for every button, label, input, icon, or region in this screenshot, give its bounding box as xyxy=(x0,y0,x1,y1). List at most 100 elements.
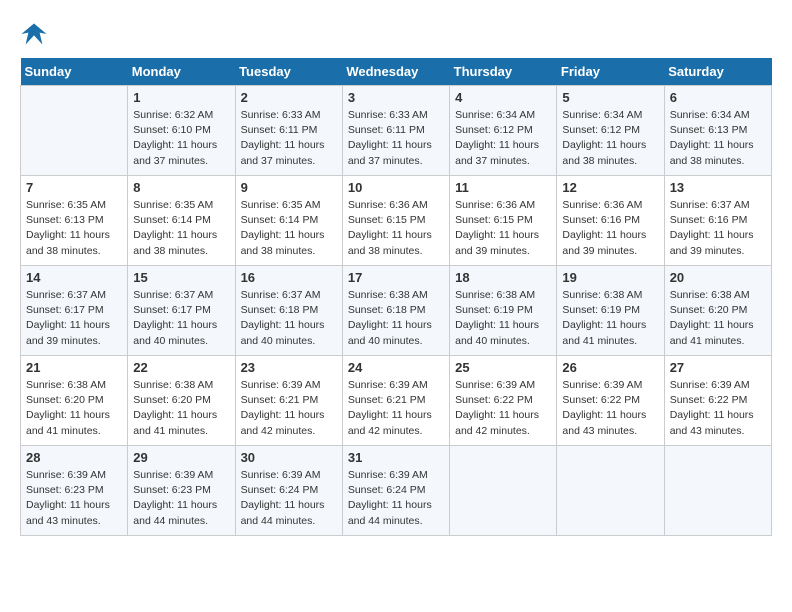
day-number: 23 xyxy=(241,360,337,375)
day-info: Sunrise: 6:38 AMSunset: 6:20 PMDaylight:… xyxy=(133,378,229,439)
weekday-header: Tuesday xyxy=(235,58,342,86)
day-number: 14 xyxy=(26,270,122,285)
calendar-cell: 22 Sunrise: 6:38 AMSunset: 6:20 PMDaylig… xyxy=(128,356,235,446)
calendar-cell: 27 Sunrise: 6:39 AMSunset: 6:22 PMDaylig… xyxy=(664,356,771,446)
day-info: Sunrise: 6:39 AMSunset: 6:22 PMDaylight:… xyxy=(455,378,551,439)
weekday-header: Monday xyxy=(128,58,235,86)
calendar-cell: 9 Sunrise: 6:35 AMSunset: 6:14 PMDayligh… xyxy=(235,176,342,266)
calendar-cell: 5 Sunrise: 6:34 AMSunset: 6:12 PMDayligh… xyxy=(557,86,664,176)
calendar-cell: 2 Sunrise: 6:33 AMSunset: 6:11 PMDayligh… xyxy=(235,86,342,176)
day-info: Sunrise: 6:35 AMSunset: 6:14 PMDaylight:… xyxy=(241,198,337,259)
day-info: Sunrise: 6:38 AMSunset: 6:19 PMDaylight:… xyxy=(562,288,658,349)
day-info: Sunrise: 6:36 AMSunset: 6:15 PMDaylight:… xyxy=(455,198,551,259)
calendar-cell: 16 Sunrise: 6:37 AMSunset: 6:18 PMDaylig… xyxy=(235,266,342,356)
calendar-cell: 23 Sunrise: 6:39 AMSunset: 6:21 PMDaylig… xyxy=(235,356,342,446)
day-number: 12 xyxy=(562,180,658,195)
day-info: Sunrise: 6:39 AMSunset: 6:24 PMDaylight:… xyxy=(241,468,337,529)
calendar-cell xyxy=(557,446,664,536)
day-number: 21 xyxy=(26,360,122,375)
calendar-cell xyxy=(664,446,771,536)
day-info: Sunrise: 6:38 AMSunset: 6:18 PMDaylight:… xyxy=(348,288,444,349)
header xyxy=(20,20,772,48)
day-number: 6 xyxy=(670,90,766,105)
day-number: 4 xyxy=(455,90,551,105)
day-info: Sunrise: 6:34 AMSunset: 6:12 PMDaylight:… xyxy=(562,108,658,169)
day-info: Sunrise: 6:37 AMSunset: 6:18 PMDaylight:… xyxy=(241,288,337,349)
logo-icon xyxy=(20,20,48,48)
day-number: 20 xyxy=(670,270,766,285)
day-number: 3 xyxy=(348,90,444,105)
calendar-cell: 31 Sunrise: 6:39 AMSunset: 6:24 PMDaylig… xyxy=(342,446,449,536)
day-number: 30 xyxy=(241,450,337,465)
calendar-cell: 30 Sunrise: 6:39 AMSunset: 6:24 PMDaylig… xyxy=(235,446,342,536)
calendar-week-row: 7 Sunrise: 6:35 AMSunset: 6:13 PMDayligh… xyxy=(21,176,772,266)
weekday-header: Friday xyxy=(557,58,664,86)
day-info: Sunrise: 6:37 AMSunset: 6:17 PMDaylight:… xyxy=(26,288,122,349)
calendar-cell: 15 Sunrise: 6:37 AMSunset: 6:17 PMDaylig… xyxy=(128,266,235,356)
day-number: 15 xyxy=(133,270,229,285)
day-info: Sunrise: 6:32 AMSunset: 6:10 PMDaylight:… xyxy=(133,108,229,169)
day-info: Sunrise: 6:35 AMSunset: 6:14 PMDaylight:… xyxy=(133,198,229,259)
calendar-cell: 1 Sunrise: 6:32 AMSunset: 6:10 PMDayligh… xyxy=(128,86,235,176)
day-info: Sunrise: 6:36 AMSunset: 6:15 PMDaylight:… xyxy=(348,198,444,259)
day-info: Sunrise: 6:39 AMSunset: 6:22 PMDaylight:… xyxy=(670,378,766,439)
day-info: Sunrise: 6:34 AMSunset: 6:12 PMDaylight:… xyxy=(455,108,551,169)
day-info: Sunrise: 6:33 AMSunset: 6:11 PMDaylight:… xyxy=(241,108,337,169)
day-number: 16 xyxy=(241,270,337,285)
calendar-cell: 26 Sunrise: 6:39 AMSunset: 6:22 PMDaylig… xyxy=(557,356,664,446)
weekday-header: Sunday xyxy=(21,58,128,86)
day-info: Sunrise: 6:38 AMSunset: 6:20 PMDaylight:… xyxy=(670,288,766,349)
calendar-cell: 17 Sunrise: 6:38 AMSunset: 6:18 PMDaylig… xyxy=(342,266,449,356)
day-number: 17 xyxy=(348,270,444,285)
day-number: 22 xyxy=(133,360,229,375)
day-info: Sunrise: 6:39 AMSunset: 6:23 PMDaylight:… xyxy=(133,468,229,529)
day-info: Sunrise: 6:39 AMSunset: 6:21 PMDaylight:… xyxy=(241,378,337,439)
calendar-cell: 19 Sunrise: 6:38 AMSunset: 6:19 PMDaylig… xyxy=(557,266,664,356)
calendar-cell: 14 Sunrise: 6:37 AMSunset: 6:17 PMDaylig… xyxy=(21,266,128,356)
day-number: 25 xyxy=(455,360,551,375)
day-info: Sunrise: 6:39 AMSunset: 6:21 PMDaylight:… xyxy=(348,378,444,439)
day-number: 8 xyxy=(133,180,229,195)
day-number: 10 xyxy=(348,180,444,195)
day-number: 19 xyxy=(562,270,658,285)
calendar-cell: 18 Sunrise: 6:38 AMSunset: 6:19 PMDaylig… xyxy=(450,266,557,356)
calendar-header-row: SundayMondayTuesdayWednesdayThursdayFrid… xyxy=(21,58,772,86)
calendar-week-row: 1 Sunrise: 6:32 AMSunset: 6:10 PMDayligh… xyxy=(21,86,772,176)
day-number: 27 xyxy=(670,360,766,375)
calendar-cell: 4 Sunrise: 6:34 AMSunset: 6:12 PMDayligh… xyxy=(450,86,557,176)
day-number: 7 xyxy=(26,180,122,195)
day-number: 13 xyxy=(670,180,766,195)
day-info: Sunrise: 6:39 AMSunset: 6:24 PMDaylight:… xyxy=(348,468,444,529)
day-number: 5 xyxy=(562,90,658,105)
calendar-week-row: 28 Sunrise: 6:39 AMSunset: 6:23 PMDaylig… xyxy=(21,446,772,536)
calendar-cell: 11 Sunrise: 6:36 AMSunset: 6:15 PMDaylig… xyxy=(450,176,557,266)
day-info: Sunrise: 6:38 AMSunset: 6:19 PMDaylight:… xyxy=(455,288,551,349)
day-number: 29 xyxy=(133,450,229,465)
calendar-cell xyxy=(21,86,128,176)
calendar-cell: 20 Sunrise: 6:38 AMSunset: 6:20 PMDaylig… xyxy=(664,266,771,356)
weekday-header: Saturday xyxy=(664,58,771,86)
day-info: Sunrise: 6:36 AMSunset: 6:16 PMDaylight:… xyxy=(562,198,658,259)
day-number: 9 xyxy=(241,180,337,195)
day-info: Sunrise: 6:39 AMSunset: 6:23 PMDaylight:… xyxy=(26,468,122,529)
calendar-cell: 3 Sunrise: 6:33 AMSunset: 6:11 PMDayligh… xyxy=(342,86,449,176)
calendar-cell: 29 Sunrise: 6:39 AMSunset: 6:23 PMDaylig… xyxy=(128,446,235,536)
day-number: 26 xyxy=(562,360,658,375)
calendar-cell: 28 Sunrise: 6:39 AMSunset: 6:23 PMDaylig… xyxy=(21,446,128,536)
day-info: Sunrise: 6:37 AMSunset: 6:16 PMDaylight:… xyxy=(670,198,766,259)
day-info: Sunrise: 6:37 AMSunset: 6:17 PMDaylight:… xyxy=(133,288,229,349)
calendar-week-row: 14 Sunrise: 6:37 AMSunset: 6:17 PMDaylig… xyxy=(21,266,772,356)
calendar-cell: 6 Sunrise: 6:34 AMSunset: 6:13 PMDayligh… xyxy=(664,86,771,176)
day-number: 2 xyxy=(241,90,337,105)
day-info: Sunrise: 6:34 AMSunset: 6:13 PMDaylight:… xyxy=(670,108,766,169)
weekday-header: Thursday xyxy=(450,58,557,86)
day-number: 18 xyxy=(455,270,551,285)
calendar-cell: 12 Sunrise: 6:36 AMSunset: 6:16 PMDaylig… xyxy=(557,176,664,266)
calendar-cell: 25 Sunrise: 6:39 AMSunset: 6:22 PMDaylig… xyxy=(450,356,557,446)
logo xyxy=(20,20,52,48)
day-number: 31 xyxy=(348,450,444,465)
day-info: Sunrise: 6:33 AMSunset: 6:11 PMDaylight:… xyxy=(348,108,444,169)
calendar-cell: 10 Sunrise: 6:36 AMSunset: 6:15 PMDaylig… xyxy=(342,176,449,266)
calendar-cell: 8 Sunrise: 6:35 AMSunset: 6:14 PMDayligh… xyxy=(128,176,235,266)
day-info: Sunrise: 6:39 AMSunset: 6:22 PMDaylight:… xyxy=(562,378,658,439)
